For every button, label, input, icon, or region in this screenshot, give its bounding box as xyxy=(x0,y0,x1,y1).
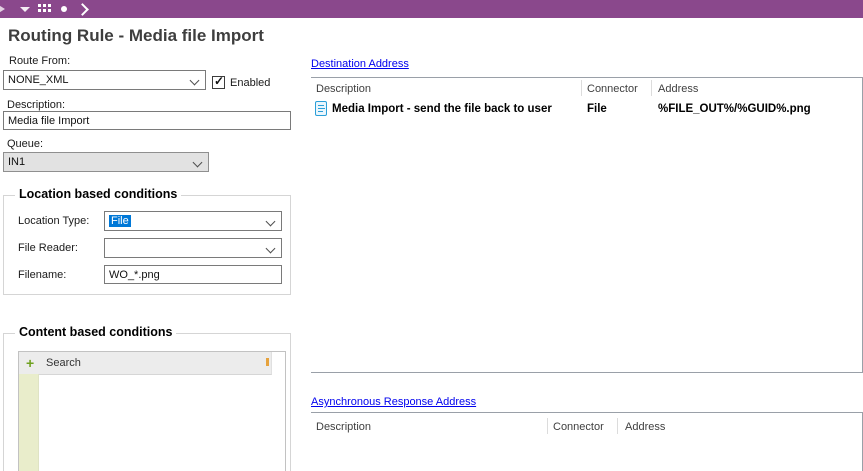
col-description[interactable]: Description xyxy=(316,421,371,433)
check-icon: ✓ xyxy=(214,74,224,88)
caret-down-icon[interactable] xyxy=(20,7,30,12)
route-from-select[interactable]: NONE_XML xyxy=(3,70,206,90)
description-input[interactable]: Media file Import xyxy=(3,111,291,130)
row-connector[interactable]: File xyxy=(587,103,607,115)
search-label: Search xyxy=(46,357,81,369)
file-reader-label: File Reader: xyxy=(18,242,78,254)
content-conditions-list[interactable]: + Search xyxy=(18,351,286,471)
content-conditions-title: Content based conditions xyxy=(15,325,176,339)
chevron-down-icon xyxy=(266,217,276,227)
location-type-value: File xyxy=(109,215,131,227)
column-separator[interactable] xyxy=(651,80,652,96)
description-value: Media file Import xyxy=(8,115,89,127)
location-type-label: Location Type: xyxy=(18,215,89,227)
play-icon[interactable] xyxy=(0,4,5,14)
queue-label: Queue: xyxy=(7,138,43,150)
queue-value: IN1 xyxy=(8,156,25,168)
column-separator[interactable] xyxy=(581,80,582,96)
queue-select[interactable]: IN1 xyxy=(3,152,209,172)
page-title: Routing Rule - Media file Import xyxy=(8,26,264,46)
filename-input[interactable]: WO_*.png xyxy=(104,265,282,284)
col-address[interactable]: Address xyxy=(625,421,665,433)
col-connector[interactable]: Connector xyxy=(553,421,604,433)
chevron-down-icon xyxy=(266,244,276,254)
row-address[interactable]: %FILE_OUT%/%GUID%.png xyxy=(658,103,811,115)
location-conditions-group: Location based conditions Location Type:… xyxy=(3,195,291,295)
grid-icon[interactable] xyxy=(38,4,52,13)
enabled-label: Enabled xyxy=(230,77,270,89)
destination-address-link[interactable]: Destination Address xyxy=(311,58,409,70)
scroll-marker-icon xyxy=(266,358,269,366)
col-address[interactable]: Address xyxy=(658,83,698,95)
content-conditions-group: Content based conditions + Search xyxy=(3,333,291,471)
column-separator[interactable] xyxy=(547,418,548,434)
destination-table[interactable]: Description Connector Address Media Impo… xyxy=(311,77,863,373)
content-search-header[interactable]: + Search xyxy=(19,352,272,375)
chevron-down-icon xyxy=(193,158,203,168)
location-conditions-title: Location based conditions xyxy=(15,187,181,201)
chevron-down-icon xyxy=(190,76,200,86)
file-reader-select[interactable] xyxy=(104,238,282,258)
chevron-right-icon[interactable] xyxy=(76,3,89,16)
routing-rule-screen: Routing Rule - Media file Import Route F… xyxy=(0,0,863,471)
filename-value: WO_*.png xyxy=(109,269,160,281)
location-type-select[interactable]: File xyxy=(104,211,282,231)
column-separator[interactable] xyxy=(617,418,618,434)
async-response-address-link[interactable]: Asynchronous Response Address xyxy=(311,396,476,408)
condition-gutter xyxy=(19,374,39,471)
enabled-checkbox[interactable]: ✓ xyxy=(212,76,225,89)
add-condition-icon[interactable]: + xyxy=(26,355,34,371)
route-from-value: NONE_XML xyxy=(8,74,69,86)
col-connector[interactable]: Connector xyxy=(587,83,638,95)
col-description[interactable]: Description xyxy=(316,83,371,95)
dot-icon[interactable] xyxy=(61,6,67,12)
route-from-label: Route From: xyxy=(9,55,70,67)
filename-label: Filename: xyxy=(18,269,66,281)
toolbar xyxy=(0,0,863,18)
description-label: Description: xyxy=(7,99,65,111)
async-response-table[interactable]: Description Connector Address xyxy=(311,412,863,471)
row-description[interactable]: Media Import - send the file back to use… xyxy=(332,103,552,115)
document-icon xyxy=(315,101,327,116)
